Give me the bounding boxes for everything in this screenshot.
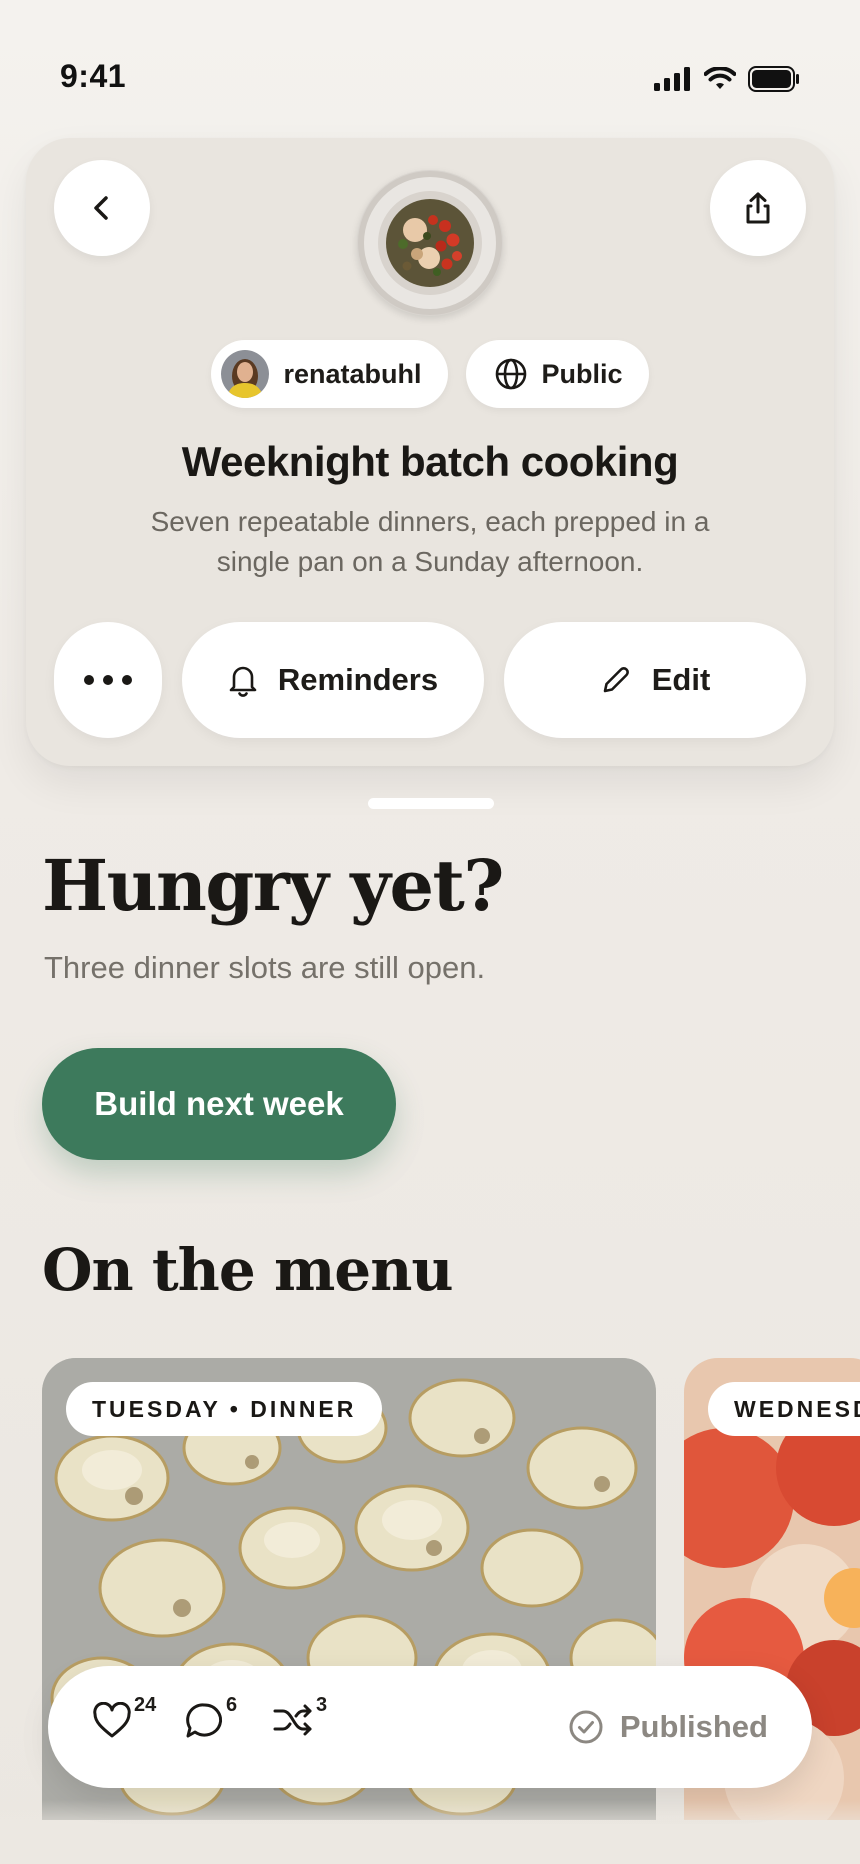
share-button[interactable] — [710, 160, 806, 256]
globe-icon — [495, 358, 526, 390]
author-name: renatabuhl — [283, 358, 422, 389]
visibility-chip[interactable]: Public — [465, 340, 649, 408]
remix-count: 3 — [316, 1694, 328, 1716]
comment-icon — [186, 1703, 223, 1738]
bottom-fade — [0, 1800, 860, 1864]
shuffle-icon — [273, 1704, 312, 1736]
visibility-label: Public — [541, 358, 623, 389]
like-count: 24 — [134, 1694, 157, 1716]
collection-header-card: renatabuhl Public Weeknight batch cookin… — [26, 138, 834, 766]
publish-status-label: Published — [619, 1709, 768, 1744]
sheet-grabber[interactable] — [368, 798, 494, 809]
menu-card-tag: WEDNESDAY • DINNER — [708, 1382, 860, 1436]
recipe-collection-screen: 9:41 renatabuhl Public Weeknight batch c… — [0, 0, 860, 1864]
header-actions: Reminders Edit — [54, 622, 806, 738]
wifi-icon — [704, 67, 736, 89]
publish-status[interactable]: Published — [568, 1666, 768, 1788]
cellular-signal-icon — [654, 67, 690, 91]
more-horizontal-icon — [84, 675, 132, 685]
remix-stat[interactable]: 3 — [272, 1694, 327, 1738]
comment-count: 6 — [226, 1694, 238, 1716]
author-avatar — [221, 350, 270, 398]
collection-description: Seven repeatable dinners, each prepped i… — [150, 506, 710, 577]
collection-title: Weeknight batch cooking — [181, 438, 679, 485]
meta-chips: renatabuhl Public — [26, 340, 834, 408]
reminders-label: Reminders — [277, 662, 439, 697]
edit-button[interactable]: Edit — [504, 622, 806, 738]
prompt-heading: Hungry yet? — [42, 844, 504, 927]
share-icon — [746, 192, 770, 224]
dish-illustration — [358, 171, 502, 315]
status-time: 9:41 — [60, 58, 127, 94]
menu-card-tag: TUESDAY • DINNER — [66, 1382, 383, 1436]
collection-cover-photo — [357, 170, 503, 316]
prompt-subtext: Three dinner slots are still open. — [44, 950, 486, 985]
check-circle-icon — [569, 1710, 603, 1744]
status-bar: 9:41 — [0, 0, 860, 120]
heart-icon — [93, 1702, 131, 1738]
menu-heading: On the menu — [42, 1236, 454, 1304]
chevron-left-icon — [94, 196, 108, 220]
engagement-bar: 24 6 3 Published — [48, 1666, 812, 1788]
back-button[interactable] — [54, 160, 150, 256]
more-options-button[interactable] — [54, 622, 162, 738]
build-next-week-button[interactable]: Build next week — [42, 1048, 396, 1160]
status-icons — [654, 66, 800, 92]
pencil-icon — [603, 667, 629, 693]
like-stat[interactable]: 24 — [92, 1694, 156, 1740]
bell-icon — [229, 666, 257, 697]
reminders-button[interactable]: Reminders — [182, 622, 484, 738]
edit-label: Edit — [651, 662, 711, 697]
author-chip[interactable]: renatabuhl — [211, 340, 448, 408]
battery-icon — [748, 66, 799, 92]
comment-stat[interactable]: 6 — [184, 1694, 237, 1740]
